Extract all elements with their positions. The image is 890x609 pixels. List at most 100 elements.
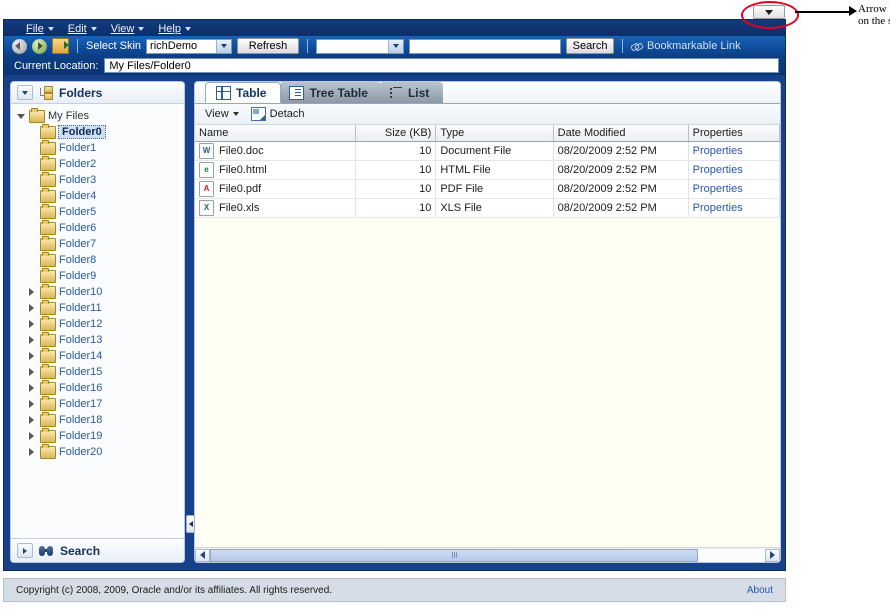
view-menu-button[interactable]: View [205,108,239,120]
tree-expander-right-icon[interactable] [26,415,37,426]
tree-node-folder5[interactable]: Folder5 [15,203,184,220]
refresh-button[interactable]: Refresh [237,38,300,54]
cell-properties: Properties [688,160,780,180]
annotation-arrow-line [795,11,851,13]
tree-expander-right-icon[interactable] [26,351,37,362]
toolbar-separator-2 [307,39,309,53]
tree-node-folder14[interactable]: Folder14 [15,347,184,364]
column-header-size-kb[interactable]: Size (KB) [355,125,437,142]
column-header-date-modified[interactable]: Date Modified [553,125,689,142]
tree-node-folder11[interactable]: Folder11 [15,299,184,316]
folder-tree: My Files Folder0 Folder1 Folder2 Folder3 Fold… [11,104,184,538]
tree-node-folder7[interactable]: Folder7 [15,235,184,252]
tree-expander-spacer [26,239,37,250]
tree-node-folder8[interactable]: Folder8 [15,251,184,268]
tree-expander-right-icon[interactable] [26,319,37,330]
tree-expander-right-icon[interactable] [26,287,37,298]
folder-icon [29,107,45,123]
filter-select[interactable] [316,38,405,54]
tree-node-folder12[interactable]: Folder12 [15,315,184,332]
tree-expander-right-icon[interactable] [26,399,37,410]
back-arrow-icon[interactable] [12,38,27,54]
tree-node-label: Folder12 [59,318,103,330]
splitter-arrow-button[interactable] [753,5,785,19]
table-row[interactable]: X File0.xls 10 XLS File 08/20/2009 2:52 PM Pr… [195,198,780,218]
tree-node-folder20[interactable]: Folder20 [15,443,184,460]
tree-expander-right-icon[interactable] [26,383,37,394]
table-row[interactable]: W File0.doc 10 Document File 08/20/2009 2:52… [195,141,780,161]
tree-expander-right-icon[interactable] [26,335,37,346]
table-row[interactable]: A File0.pdf 10 PDF File 08/20/2009 2:52 PM Pr… [195,179,780,199]
scrollbar-thumb[interactable] [210,548,699,562]
scroll-right-button[interactable] [765,548,780,562]
tree-node-folder16[interactable]: Folder16 [15,379,184,396]
tree-expander-spacer [26,207,37,218]
tree-node-label: Folder17 [59,398,103,410]
tree-node-folder15[interactable]: Folder15 [15,363,184,380]
column-header-type[interactable]: Type [435,125,554,142]
tree-expander-right-icon[interactable] [26,447,37,458]
properties-link[interactable]: Properties [693,145,743,157]
about-link[interactable]: About [747,585,773,596]
skin-select[interactable]: richDemo [146,38,233,54]
detach-icon [250,107,266,121]
tree-node-folder4[interactable]: Folder4 [15,187,184,204]
tree-node-folder0[interactable]: Folder0 [15,123,184,140]
tab-tree-table[interactable]: Tree Table [271,82,382,103]
tree-node-folder3[interactable]: Folder3 [15,171,184,188]
folders-panel-header[interactable]: Folders [11,82,184,104]
properties-link[interactable]: Properties [693,164,743,176]
search-button[interactable]: Search [566,38,615,54]
menu-edit[interactable]: Edit [68,23,97,35]
menu-help[interactable]: Help [158,23,191,35]
menu-view[interactable]: View [111,23,145,35]
detach-button[interactable]: Detach [250,107,305,121]
chevron-down-icon[interactable] [17,85,33,100]
cell-date-modified: 08/20/2009 2:52 PM [553,198,689,218]
tree-expander-right-icon[interactable] [26,303,37,314]
pdf-file-icon: A [199,181,214,197]
table-row[interactable]: e File0.html 10 HTML File 08/20/2009 2:52 PM… [195,160,780,180]
column-header-properties[interactable]: Properties [688,125,780,142]
folder-up-icon[interactable] [52,38,69,54]
cell-type: Document File [435,141,554,161]
tree-node-folder17[interactable]: Folder17 [15,395,184,412]
tree-node-folder19[interactable]: Folder19 [15,427,184,444]
tree-node-label: Folder15 [59,366,103,378]
cell-type: XLS File [435,198,554,218]
tree-node-folder6[interactable]: Folder6 [15,219,184,236]
properties-link[interactable]: Properties [693,183,743,195]
properties-link[interactable]: Properties [693,202,743,214]
tree-node-folder9[interactable]: Folder9 [15,267,184,284]
tree-node-label: Folder10 [59,286,103,298]
tree-node-folder18[interactable]: Folder18 [15,411,184,428]
splitter-collapse-handle[interactable] [186,515,195,533]
tree-node-folder10[interactable]: Folder10 [15,283,184,300]
table-horizontal-scrollbar[interactable] [195,547,780,562]
current-location-input[interactable]: My Files/Folder0 [104,58,779,73]
folder-icon [40,363,56,379]
chevron-right-icon[interactable] [17,543,33,558]
column-header-name[interactable]: Name [195,125,357,142]
scrollbar-track[interactable] [210,548,765,562]
tab-table[interactable]: Table [205,82,282,103]
tree-node-folder13[interactable]: Folder13 [15,331,184,348]
tab-strip: Table Tree Table List [195,82,780,104]
tab-list[interactable]: List [371,82,444,103]
menu-file[interactable]: File [26,23,54,35]
tree-node-folder1[interactable]: Folder1 [15,139,184,156]
search-panel-header[interactable]: Search [11,538,184,562]
scroll-left-button[interactable] [195,548,210,562]
tree-expander-right-icon[interactable] [26,367,37,378]
binoculars-icon [39,545,54,557]
forward-arrow-icon[interactable] [32,38,47,54]
chevron-down-icon [388,39,404,53]
panel-splitter[interactable] [185,81,195,563]
tree-expander-right-icon[interactable] [26,431,37,442]
tree-node-folder2[interactable]: Folder2 [15,155,184,172]
tree-expander-down-icon[interactable] [15,111,26,122]
tree-node-my-files[interactable]: My Files [15,107,184,124]
search-panel-title: Search [60,543,101,558]
search-input[interactable] [409,38,562,54]
bookmarkable-link[interactable]: Bookmarkable Link [631,40,741,52]
